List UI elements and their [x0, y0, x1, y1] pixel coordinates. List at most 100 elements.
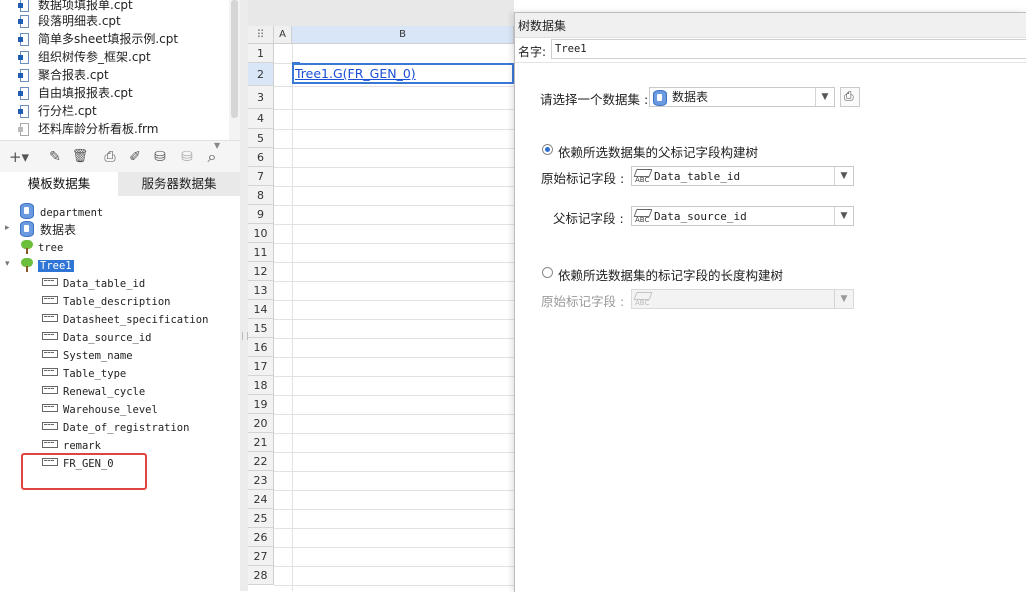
- row-header[interactable]: 23: [248, 471, 274, 490]
- row-header[interactable]: 27: [248, 547, 274, 566]
- chevron-down-icon[interactable]: ▼: [834, 290, 853, 308]
- file-item[interactable]: 行分栏.cpt: [18, 102, 97, 120]
- column-header-a[interactable]: A: [274, 26, 292, 44]
- collapse-caret-icon[interactable]: ▾: [5, 259, 10, 269]
- row-header[interactable]: 28: [248, 566, 274, 585]
- field-icon: [42, 332, 58, 340]
- collapse-toggle-icon[interactable]: ▼: [214, 141, 220, 150]
- cpt-file-icon: [18, 50, 30, 64]
- row-header[interactable]: 22: [248, 452, 274, 471]
- cell-tree-marker: [292, 62, 300, 70]
- database-icon[interactable]: ⛁: [151, 148, 169, 166]
- tree-node-dataset[interactable]: tree: [20, 240, 63, 257]
- row-header[interactable]: 25: [248, 509, 274, 528]
- grid-line: [274, 471, 514, 472]
- dataset-select[interactable]: 数据表 ▼: [649, 87, 835, 107]
- name-input[interactable]: Tree1: [551, 39, 1026, 59]
- row-header[interactable]: 24: [248, 490, 274, 509]
- row-header[interactable]: 15: [248, 319, 274, 338]
- tree-node-dataset[interactable]: 数据表: [20, 221, 76, 238]
- grid-line: [274, 547, 514, 548]
- row-header[interactable]: 7: [248, 167, 274, 186]
- row-header[interactable]: 18: [248, 376, 274, 395]
- field-label: System_name: [63, 350, 133, 362]
- column-header-b[interactable]: B: [292, 26, 514, 44]
- original-field-select-disabled[interactable]: ABC ▼: [631, 289, 854, 309]
- parent-field-select[interactable]: ABC Data_source_id ▼: [631, 206, 854, 226]
- row-header[interactable]: 19: [248, 395, 274, 414]
- radio-length-field[interactable]: [542, 267, 553, 278]
- field-icon: [42, 350, 58, 358]
- dialog-titlebar[interactable]: 树数据集: [515, 13, 1026, 38]
- preview-icon[interactable]: ⎙: [101, 148, 119, 166]
- tree-node-dataset[interactable]: department: [20, 203, 103, 220]
- field-node[interactable]: Warehouse_level: [42, 402, 158, 419]
- row-header[interactable]: 13: [248, 281, 274, 300]
- field-node[interactable]: Datasheet_specification: [42, 312, 208, 329]
- parent-field-label: 父标记字段 :: [553, 211, 624, 226]
- cpt-file-icon: [18, 14, 30, 28]
- edit-dataset-icon[interactable]: ✐: [126, 148, 144, 166]
- row-header[interactable]: 4: [248, 109, 274, 129]
- chevron-down-icon[interactable]: ▼: [815, 88, 834, 106]
- row-header[interactable]: 3: [248, 86, 274, 109]
- server-dataset-icon[interactable]: ⛁: [178, 148, 196, 166]
- file-item[interactable]: 简单多sheet填报示例.cpt: [18, 30, 178, 48]
- row-header[interactable]: 21: [248, 433, 274, 452]
- edit-icon[interactable]: ✎: [46, 148, 64, 166]
- row-header[interactable]: 26: [248, 528, 274, 547]
- row-header[interactable]: 16: [248, 338, 274, 357]
- field-node[interactable]: Table_description: [42, 294, 170, 311]
- file-item[interactable]: 聚合报表.cpt: [18, 66, 109, 84]
- chevron-down-icon[interactable]: ▼: [834, 167, 853, 185]
- row-header[interactable]: 11: [248, 243, 274, 262]
- field-node[interactable]: System_name: [42, 348, 133, 365]
- row-header[interactable]: 10: [248, 224, 274, 243]
- row-header[interactable]: 2: [248, 63, 274, 86]
- field-node[interactable]: Renewal_cycle: [42, 384, 145, 401]
- option-parent-label: 依赖所选数据集的父标记字段构建树: [558, 145, 759, 160]
- field-node[interactable]: Date_of_registration: [42, 420, 189, 437]
- file-item-label: 坯料库龄分析看板.frm: [38, 122, 159, 136]
- file-item[interactable]: 段落明细表.cpt: [18, 12, 121, 30]
- search-icon[interactable]: ⌕: [203, 148, 221, 166]
- chevron-down-icon[interactable]: ▼: [834, 207, 853, 225]
- file-item[interactable]: 坯料库龄分析看板.frm: [18, 120, 158, 138]
- row-header[interactable]: 6: [248, 148, 274, 167]
- file-item-label: 聚合报表.cpt: [38, 68, 109, 82]
- database-icon: [653, 90, 667, 106]
- grid-line: [274, 319, 514, 320]
- add-icon[interactable]: +▾: [6, 148, 32, 166]
- scrollbar-thumb[interactable]: [231, 0, 238, 118]
- panel-splitter[interactable]: [240, 0, 248, 591]
- tab-template-dataset[interactable]: 模板数据集: [0, 172, 118, 196]
- select-all-corner[interactable]: ⠿: [248, 26, 274, 44]
- file-item[interactable]: 组织树传参_框架.cpt: [18, 48, 151, 66]
- field-icon: [42, 422, 58, 430]
- field-node[interactable]: Data_table_id: [42, 276, 145, 293]
- row-header[interactable]: 9: [248, 205, 274, 224]
- row-header[interactable]: 20: [248, 414, 274, 433]
- original-field-select[interactable]: ABC Data_table_id ▼: [631, 166, 854, 186]
- row-header[interactable]: 14: [248, 300, 274, 319]
- row-header[interactable]: 5: [248, 129, 274, 148]
- row-header[interactable]: 1: [248, 44, 274, 63]
- field-node[interactable]: Table_type: [42, 366, 126, 383]
- expand-caret-icon[interactable]: ▸: [5, 223, 10, 233]
- tree-node-dataset-selected[interactable]: Tree1: [20, 258, 74, 275]
- original-field-label: 原始标记字段 :: [541, 171, 625, 186]
- preview-dataset-button[interactable]: ⎙: [840, 87, 860, 107]
- field-node[interactable]: Data_source_id: [42, 330, 152, 347]
- radio-parent-field[interactable]: [542, 144, 553, 155]
- tab-server-dataset[interactable]: 服务器数据集: [118, 172, 240, 196]
- file-list-scrollbar[interactable]: [229, 0, 240, 140]
- name-label: 名字:: [518, 45, 547, 59]
- delete-icon[interactable]: 🗑: [71, 148, 89, 166]
- row-header[interactable]: 17: [248, 357, 274, 376]
- row-header[interactable]: 12: [248, 262, 274, 281]
- database-icon: [20, 221, 34, 237]
- cell-b2[interactable]: Tree1.G(FR_GEN_0): [292, 63, 514, 84]
- file-item[interactable]: 自由填报报表.cpt: [18, 84, 133, 102]
- row-header[interactable]: 8: [248, 186, 274, 205]
- field-icon: [42, 404, 58, 412]
